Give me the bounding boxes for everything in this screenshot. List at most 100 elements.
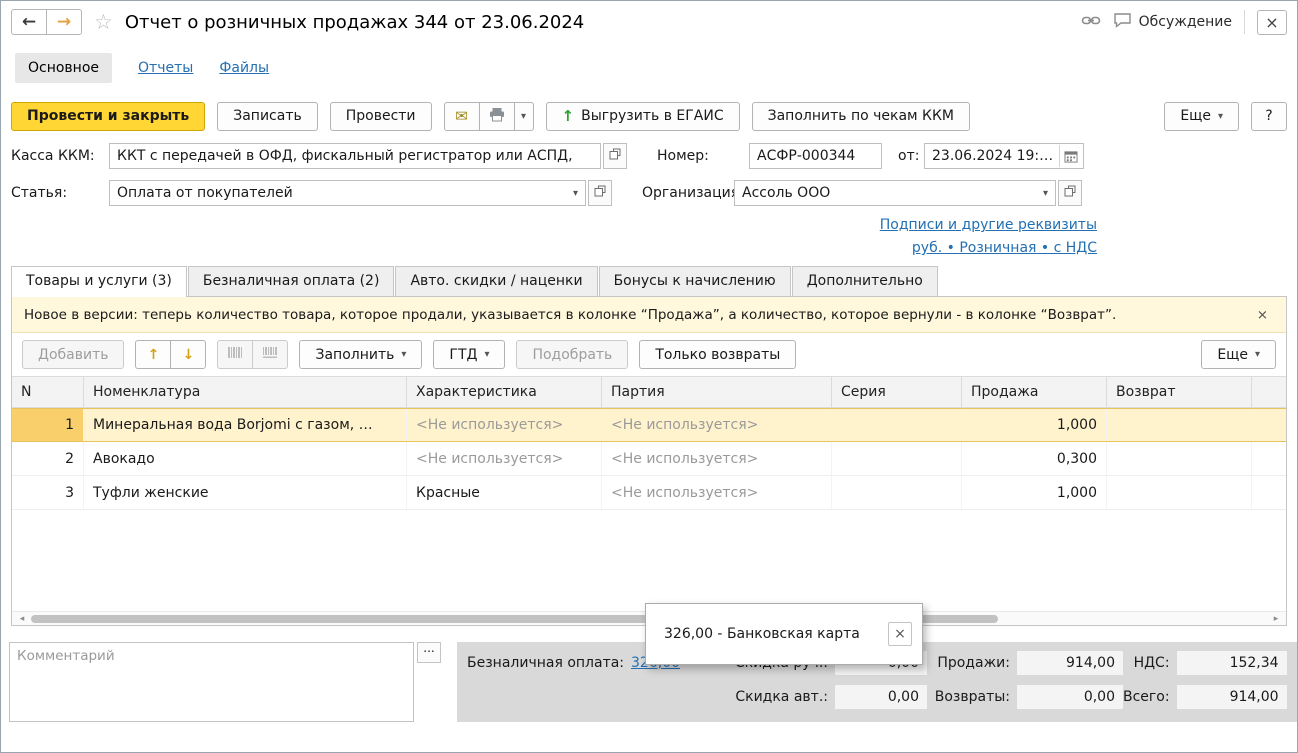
calendar-icon[interactable] [1059,145,1081,167]
print-dropdown-button[interactable]: ▾ [514,102,534,131]
number-label: Номер: [657,148,749,164]
link-chain-icon[interactable] [1081,13,1101,32]
col-header-sale[interactable]: Продажа [962,377,1107,407]
egais-upload-button[interactable]: ↑ Выгрузить в ЕГАИС [546,102,740,131]
goods-table: N Номенклатура Характеристика Партия Сер… [12,376,1286,625]
discussion-label: Обсуждение [1139,14,1232,30]
returns-label: Возвраты: [935,689,1010,705]
pick-button[interactable]: Подобрать [516,340,628,369]
popup-close-button[interactable]: × [888,622,912,646]
form-row-2: Статья: Оплата от покупателей ▾ Организа… [11,180,1287,206]
col-header-characteristic[interactable]: Характеристика [407,377,602,407]
table-row[interactable]: 1 Минеральная вода Borjomi с газом, … <Н… [12,408,1286,442]
date-field[interactable]: 23.06.2024 19:00:14 [924,143,1084,169]
post-button[interactable]: Провести [330,102,432,131]
nav-item-reports[interactable]: Отчеты [138,60,193,76]
more-button[interactable]: Еще ▾ [1164,102,1239,131]
help-button[interactable]: ? [1251,102,1287,131]
tab-bonuses[interactable]: Бонусы к начислению [599,266,791,296]
col-header-batch[interactable]: Партия [602,377,832,407]
fill-by-kkm-button[interactable]: Заполнить по чекам ККМ [752,102,970,131]
sales-value: 914,00 [1017,651,1123,675]
forward-button[interactable]: → [46,9,82,35]
titlebar: ← → ☆ Отчет о розничных продажах 344 от … [1,1,1297,43]
comment-expand-button[interactable]: ... [417,642,441,663]
tab-cashless-payment[interactable]: Безналичная оплата (2) [188,266,395,296]
chevron-down-icon: ▾ [1218,111,1223,122]
form-links-row-1: Подписи и другие реквизиты [11,217,1287,233]
move-row-group: ↑ ↓ [135,340,206,369]
page-title: Отчет о розничных продажах 344 от 23.06.… [125,12,584,33]
print-button[interactable] [479,102,515,131]
barcode-icon [227,346,243,363]
chevron-down-icon: ▾ [401,349,406,360]
comment-input[interactable] [9,642,414,722]
col-header-return[interactable]: Возврат [1107,377,1252,407]
table-row[interactable]: 3 Туфли женские Красные <Не используется… [12,476,1286,510]
titlebar-right: Обсуждение × [1081,10,1287,35]
post-and-close-button[interactable]: Провести и закрыть [11,102,205,131]
comment-area: ... [9,642,441,722]
help-icon: ? [1265,108,1272,124]
table-row[interactable]: 2 Авокадо <Не используется> <Не использу… [12,442,1286,476]
vat-total: НДС: 152,34 [1123,651,1287,675]
document-window: ← → ☆ Отчет о розничных продажах 344 от … [0,0,1298,753]
section-nav: Основное Отчеты Файлы [1,43,1297,93]
form-row-1: Касса ККМ: ККТ с передачей в ОФД, фискал… [11,143,1287,169]
discussion-button[interactable]: Обсуждение [1113,12,1232,32]
add-row-button[interactable]: Добавить [22,340,124,369]
goods-panel: Новое в версии: теперь количество товара… [11,296,1287,626]
move-up-button[interactable]: ↑ [135,340,171,369]
chevron-down-icon: ▾ [484,349,489,360]
article-field[interactable]: Оплата от покупателей ▾ [109,180,586,206]
scroll-right-icon[interactable]: ▸ [1269,614,1283,624]
tab-goods-services[interactable]: Товары и услуги (3) [11,266,187,297]
kassa-field[interactable]: ККТ с передачей в ОФД, фискальный регист… [109,143,601,169]
open-form-icon [609,148,621,164]
tab-additional[interactable]: Дополнительно [792,266,938,296]
chevron-down-icon: ▾ [1255,349,1260,360]
nav-item-files[interactable]: Файлы [219,60,269,76]
kassa-label: Касса ККМ: [11,148,109,164]
signatures-link[interactable]: Подписи и другие реквизиты [880,217,1097,233]
nav-item-main[interactable]: Основное [15,53,112,83]
col-header-filler [1252,377,1286,407]
history-nav: ← → [11,9,82,35]
barcode-scanner-icon [262,346,278,363]
command-toolbar: Провести и закрыть Записать Провести ✉ ▾… [1,93,1297,139]
returns-only-button[interactable]: Только возвраты [639,340,796,369]
grand-total-label: Всего: [1123,689,1170,705]
mail-button[interactable]: ✉ [444,102,480,131]
org-field[interactable]: Ассоль ООО ▾ [734,180,1056,206]
number-field[interactable]: АСФР-000344 [749,143,882,169]
version-notice: Новое в версии: теперь количество товара… [12,297,1286,333]
org-open-button[interactable] [1058,180,1082,206]
currency-settings-link[interactable]: руб. • Розничная • с НДС [912,240,1097,256]
returns-total: Возвраты: 0,00 [927,685,1123,709]
barcode-scanner-button[interactable] [252,340,288,369]
table-toolbar: Добавить ↑ ↓ Заполнить ▾ [12,333,1286,376]
discussion-bubble-icon [1113,12,1132,32]
document-form: Касса ККМ: ККТ с передачей в ОФД, фискал… [1,139,1297,263]
tab-auto-discounts[interactable]: Авто. скидки / наценки [395,266,597,296]
close-button[interactable]: × [1257,10,1287,35]
col-header-n[interactable]: N [12,377,84,407]
col-header-series[interactable]: Серия [832,377,962,407]
article-open-button[interactable] [588,180,612,206]
gtd-button[interactable]: ГТД ▾ [433,340,505,369]
cashless-breakdown-popup: 326,00 - Банковская карта × [645,603,923,665]
chevron-down-icon[interactable]: ▾ [1037,188,1048,199]
notice-close-icon[interactable]: × [1251,305,1274,325]
scroll-left-icon[interactable]: ◂ [15,614,29,624]
chevron-down-icon[interactable]: ▾ [567,188,578,199]
table-more-button[interactable]: Еще ▾ [1201,340,1276,369]
fill-button[interactable]: Заполнить ▾ [299,340,422,369]
kassa-open-button[interactable] [603,143,627,169]
barcode-scan-button[interactable] [217,340,253,369]
save-button[interactable]: Записать [217,102,318,131]
col-header-nomenclature[interactable]: Номенклатура [84,377,407,407]
favorite-star-icon[interactable]: ☆ [90,10,117,34]
move-down-button[interactable]: ↓ [170,340,206,369]
back-button[interactable]: ← [11,9,47,35]
back-icon: ← [22,12,36,32]
